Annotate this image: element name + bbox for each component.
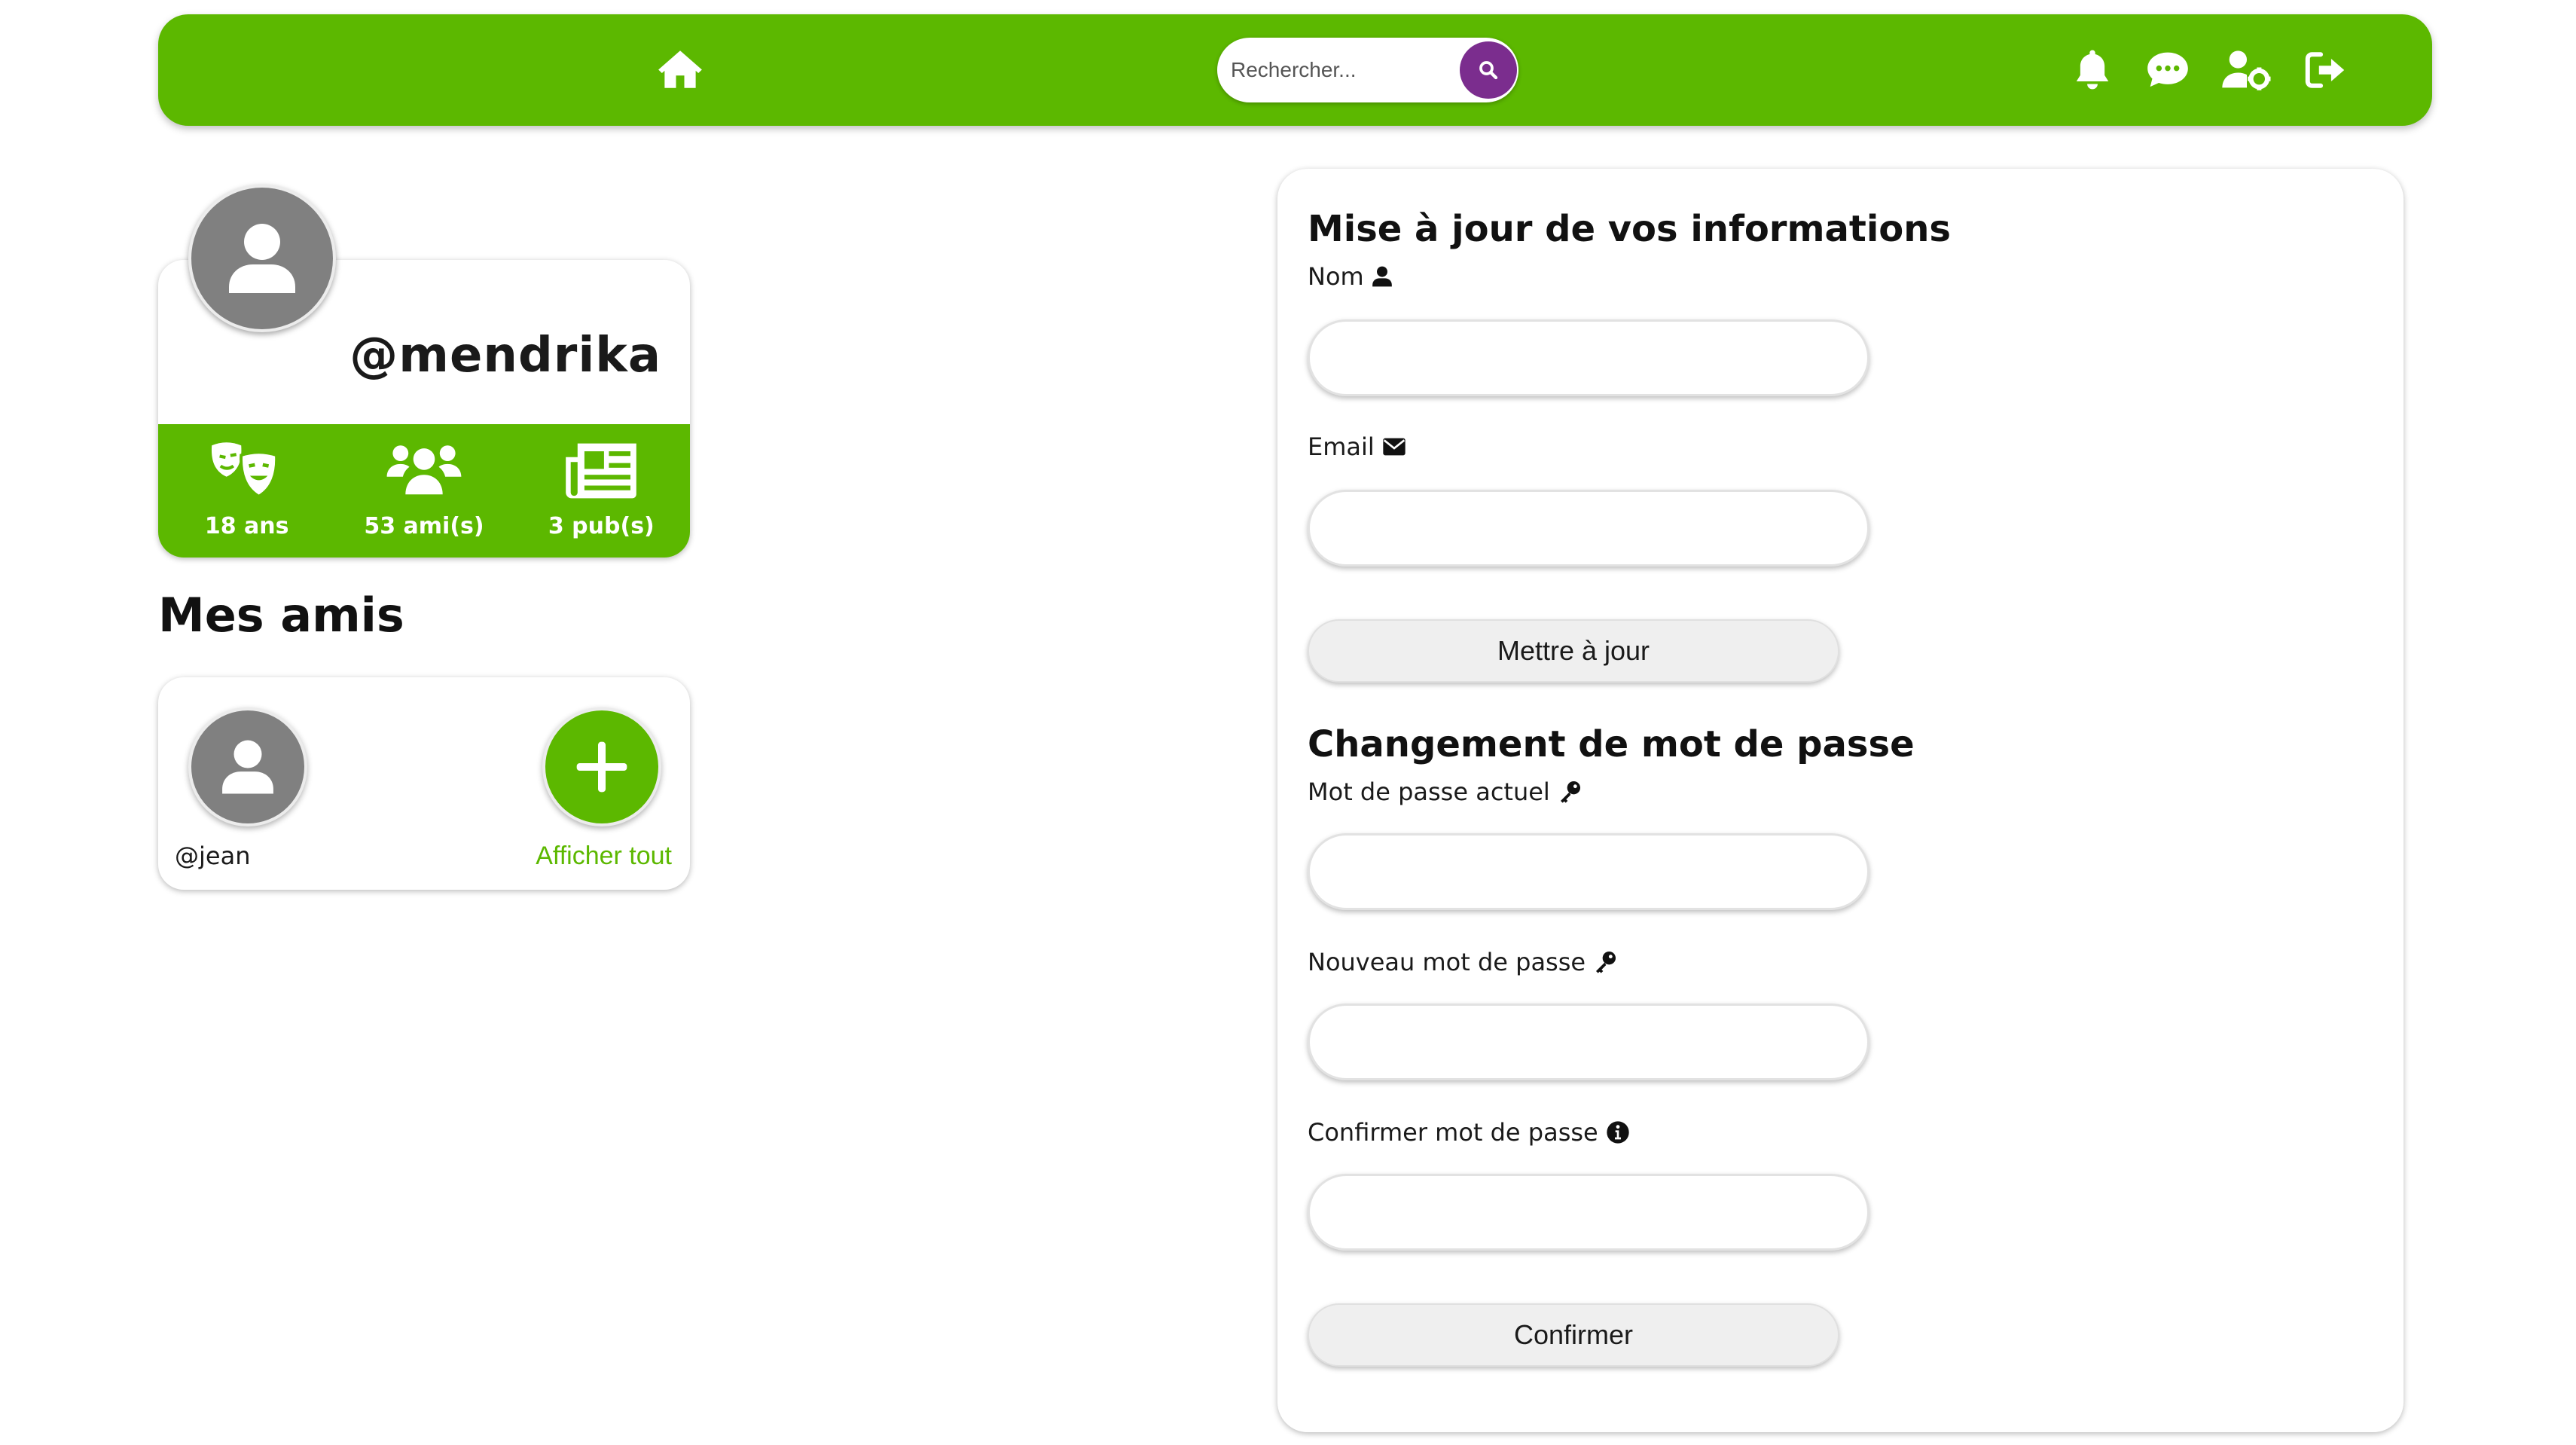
add-friend-button[interactable] — [542, 707, 661, 826]
home-icon[interactable] — [655, 44, 705, 94]
profile-stats: 18 ans 53 ami(s) 3 pub(s) — [158, 424, 690, 558]
search-input[interactable] — [1217, 38, 1451, 102]
logout-icon — [2303, 49, 2349, 91]
plus-icon — [572, 737, 632, 797]
theater-masks-icon — [208, 439, 286, 503]
search-button[interactable] — [1460, 41, 1517, 99]
update-info-title: Mise à jour de vos informations — [1308, 208, 1951, 250]
key-icon — [1558, 780, 1582, 804]
stat-friends: 53 ami(s) — [335, 424, 512, 558]
friend-name[interactable]: @jean — [175, 842, 250, 870]
name-field-label: Nom — [1308, 262, 1393, 291]
bell-icon — [2071, 47, 2114, 93]
user-icon — [220, 738, 276, 796]
stat-posts: 3 pub(s) — [513, 424, 690, 558]
friend-avatar[interactable] — [188, 707, 307, 826]
password-change-title: Changement de mot de passe — [1308, 723, 1915, 765]
confirm-button[interactable]: Confirmer — [1308, 1303, 1839, 1367]
stat-friends-label: 53 ami(s) — [364, 513, 484, 539]
name-field[interactable] — [1308, 319, 1869, 396]
envelope-icon — [1382, 437, 1406, 457]
user-settings-icon — [2220, 48, 2273, 92]
key-icon — [1593, 950, 1617, 974]
email-label-text: Email — [1308, 432, 1375, 461]
name-label-text: Nom — [1308, 262, 1364, 291]
account-settings-panel: Mise à jour de vos informations Nom Emai… — [1277, 169, 2404, 1432]
logout-button[interactable] — [2297, 41, 2355, 99]
profile-username: @mendrika — [349, 328, 661, 383]
account-settings-button[interactable] — [2218, 41, 2275, 99]
current-password-label: Mot de passe actuel — [1308, 777, 1582, 806]
email-field-label: Email — [1308, 432, 1406, 461]
show-all-friends-link[interactable]: Afficher tout — [536, 842, 672, 871]
stat-posts-label: 3 pub(s) — [548, 513, 655, 539]
messages-button[interactable] — [2139, 41, 2196, 99]
confirm-password-label-text: Confirmer mot de passe — [1308, 1118, 1598, 1147]
email-field[interactable] — [1308, 490, 1869, 567]
profile-avatar[interactable] — [188, 185, 336, 332]
user-icon — [226, 221, 298, 296]
stat-age-label: 18 ans — [204, 513, 289, 539]
confirm-password-field[interactable] — [1308, 1174, 1869, 1251]
current-password-label-text: Mot de passe actuel — [1308, 777, 1550, 806]
newspaper-icon — [562, 439, 640, 503]
confirm-password-label: Confirmer mot de passe — [1308, 1118, 1630, 1147]
friends-card: @jean Afficher tout — [158, 677, 690, 890]
new-password-field[interactable] — [1308, 1004, 1869, 1080]
stat-age: 18 ans — [158, 424, 335, 558]
chat-icon — [2144, 49, 2191, 91]
update-button[interactable]: Mettre à jour — [1308, 619, 1839, 683]
notifications-button[interactable] — [2064, 41, 2121, 99]
search-bar — [1217, 38, 1518, 102]
user-icon — [1372, 265, 1393, 288]
new-password-label-text: Nouveau mot de passe — [1308, 948, 1586, 976]
current-password-field[interactable] — [1308, 833, 1869, 910]
friends-section-title: Mes amis — [158, 588, 404, 643]
info-icon — [1606, 1120, 1630, 1144]
top-navbar — [158, 14, 2432, 126]
users-icon — [385, 439, 463, 503]
search-icon — [1477, 59, 1500, 81]
new-password-label: Nouveau mot de passe — [1308, 948, 1617, 976]
